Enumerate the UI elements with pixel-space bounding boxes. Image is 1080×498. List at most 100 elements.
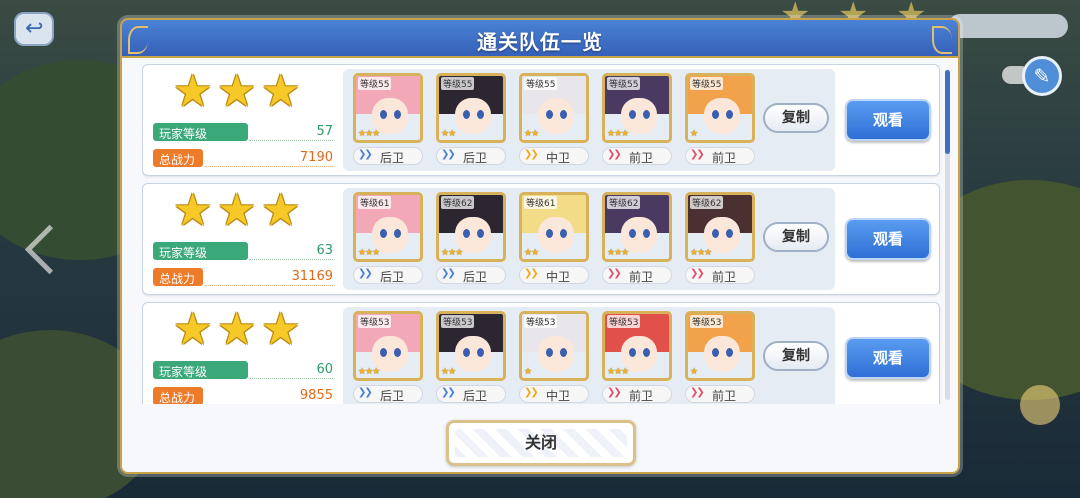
- portrait-eye: [560, 229, 567, 238]
- character-card[interactable]: 等级53 ★ ❯❯ 前卫: [685, 311, 757, 404]
- character-card[interactable]: 等级53 ★★ ❯❯ 后卫: [436, 311, 508, 404]
- portrait-eye: [560, 110, 567, 119]
- position-chevron-icon: ❯❯: [441, 387, 456, 398]
- character-card[interactable]: 等级61 ★★★ ❯❯ 后卫: [353, 192, 425, 286]
- character-level: 等级53: [524, 315, 558, 328]
- star-icon: ★: [261, 304, 301, 355]
- character-card[interactable]: 等级62 ★★★ ❯❯ 前卫: [602, 192, 674, 286]
- character-rank-stars: ★★★: [607, 129, 629, 139]
- back-button[interactable]: [14, 12, 54, 46]
- character-rank-stars: ★★: [524, 248, 539, 258]
- character-level: 等级61: [524, 196, 558, 209]
- position-badge: ❯❯ 中卫: [519, 385, 589, 403]
- team-members: 等级61 ★★★ ❯❯ 后卫 等级62 ★★★ ❯❯ 后卫 等级61 ★★ ❯❯ 中卫 等级62 ★★★ ❯…: [343, 188, 835, 290]
- position-badge: ❯❯ 后卫: [436, 385, 506, 403]
- portrait-eye: [546, 229, 553, 238]
- view-button[interactable]: 观看: [845, 218, 931, 260]
- player-level-stat: 玩家等级 57: [153, 123, 333, 141]
- character-portrait[interactable]: 等级62 ★★★: [685, 192, 755, 262]
- character-rank-stars: ★★★: [607, 248, 629, 258]
- character-rank-stars: ★★★: [358, 248, 380, 258]
- position-chevron-icon: ❯❯: [441, 149, 456, 160]
- character-portrait[interactable]: 等级61 ★★: [519, 192, 589, 262]
- character-portrait[interactable]: 等级53 ★★★: [353, 311, 423, 381]
- position-chevron-icon: ❯❯: [358, 149, 373, 160]
- character-card[interactable]: 等级53 ★★★ ❯❯ 后卫: [353, 311, 425, 404]
- character-portrait[interactable]: 等级55 ★★★: [353, 73, 423, 143]
- character-card[interactable]: 等级55 ★★★ ❯❯ 前卫: [602, 73, 674, 167]
- copy-button[interactable]: 复制: [763, 341, 829, 371]
- character-portrait[interactable]: 等级61 ★★★: [353, 192, 423, 262]
- wrench-icon[interactable]: ✎: [1022, 56, 1062, 96]
- position-label: 前卫: [712, 270, 737, 284]
- divider: [205, 166, 333, 167]
- dialog-header: 通关队伍一览: [122, 20, 958, 58]
- character-portrait[interactable]: 等级53 ★★★: [602, 311, 672, 381]
- character-card[interactable]: 等级55 ★ ❯❯ 前卫: [685, 73, 757, 167]
- portrait-eye: [463, 348, 470, 357]
- copy-button[interactable]: 复制: [763, 222, 829, 252]
- character-portrait[interactable]: 等级53 ★: [685, 311, 755, 381]
- position-label: 中卫: [546, 151, 571, 165]
- star-icon: ★: [173, 304, 213, 355]
- portrait-eye: [546, 110, 553, 119]
- team-members: 等级53 ★★★ ❯❯ 后卫 等级53 ★★ ❯❯ 后卫 等级53 ★ ❯❯ 中卫 等级53 ★★★ ❯❯ 前…: [343, 307, 835, 404]
- character-level: 等级53: [358, 315, 392, 328]
- character-portrait[interactable]: 等级55 ★★: [519, 73, 589, 143]
- portrait-eye: [629, 229, 636, 238]
- portrait-eye: [712, 110, 719, 119]
- portrait-eye: [477, 110, 484, 119]
- currency-counter: [948, 14, 1068, 38]
- position-label: 前卫: [629, 151, 654, 165]
- position-badge: ❯❯ 前卫: [685, 385, 755, 403]
- player-level-label: 玩家等级: [153, 361, 248, 379]
- position-chevron-icon: ❯❯: [607, 387, 622, 398]
- character-rank-stars: ★★: [441, 129, 456, 139]
- total-power-label: 总战力: [153, 149, 203, 167]
- portrait-face: [538, 98, 574, 134]
- character-portrait[interactable]: 等级53 ★: [519, 311, 589, 381]
- divider: [205, 285, 333, 286]
- scrollbar-thumb[interactable]: [945, 70, 950, 154]
- character-card[interactable]: 等级53 ★ ❯❯ 中卫: [519, 311, 591, 404]
- position-badge: ❯❯ 前卫: [685, 266, 755, 284]
- character-card[interactable]: 等级62 ★★★ ❯❯ 后卫: [436, 192, 508, 286]
- character-card[interactable]: 等级61 ★★ ❯❯ 中卫: [519, 192, 591, 286]
- position-badge: ❯❯ 前卫: [602, 385, 672, 403]
- character-portrait[interactable]: 等级62 ★★★: [436, 192, 506, 262]
- copy-button[interactable]: 复制: [763, 103, 829, 133]
- team-list[interactable]: ★ ★ ★ 玩家等级 57 总战力 7190 等级55 ★★★ ❯❯ 后卫 等级55 ★★ ❯❯ 后卫 等级5…: [142, 64, 942, 404]
- character-portrait[interactable]: 等级62 ★★★: [602, 192, 672, 262]
- character-portrait[interactable]: 等级55 ★: [685, 73, 755, 143]
- character-card[interactable]: 等级55 ★★ ❯❯ 后卫: [436, 73, 508, 167]
- map-prev-arrow-icon[interactable]: [22, 220, 56, 280]
- position-badge: ❯❯ 后卫: [353, 385, 423, 403]
- character-level: 等级53: [690, 315, 724, 328]
- character-level: 等级62: [690, 196, 724, 209]
- character-card[interactable]: 等级55 ★★ ❯❯ 中卫: [519, 73, 591, 167]
- position-chevron-icon: ❯❯: [524, 268, 539, 279]
- character-portrait[interactable]: 等级55 ★★★: [602, 73, 672, 143]
- portrait-face: [704, 98, 740, 134]
- close-button[interactable]: 关闭: [446, 420, 636, 466]
- scrollbar[interactable]: [945, 70, 950, 400]
- character-card[interactable]: 等级55 ★★★ ❯❯ 后卫: [353, 73, 425, 167]
- clear-stars: ★ ★ ★: [173, 189, 313, 234]
- portrait-eye: [463, 110, 470, 119]
- total-power-value: 31169: [291, 269, 333, 284]
- position-label: 后卫: [380, 270, 405, 284]
- total-power-stat: 总战力 9855: [153, 387, 333, 404]
- clear-teams-dialog: 通关队伍一览 ★ ★ ★ 玩家等级 57 总战力 7190 等级55 ★★★ ❯❯ 后卫 等级55 ★★…: [120, 18, 960, 474]
- divider: [249, 259, 333, 260]
- character-card[interactable]: 等级62 ★★★ ❯❯ 前卫: [685, 192, 757, 286]
- character-portrait[interactable]: 等级55 ★★: [436, 73, 506, 143]
- position-chevron-icon: ❯❯: [524, 387, 539, 398]
- portrait-face: [455, 336, 491, 372]
- view-button[interactable]: 观看: [845, 337, 931, 379]
- character-level: 等级55: [524, 77, 558, 90]
- view-button[interactable]: 观看: [845, 99, 931, 141]
- portrait-eye: [394, 348, 401, 357]
- character-rank-stars: ★: [690, 129, 698, 139]
- character-portrait[interactable]: 等级53 ★★: [436, 311, 506, 381]
- character-card[interactable]: 等级53 ★★★ ❯❯ 前卫: [602, 311, 674, 404]
